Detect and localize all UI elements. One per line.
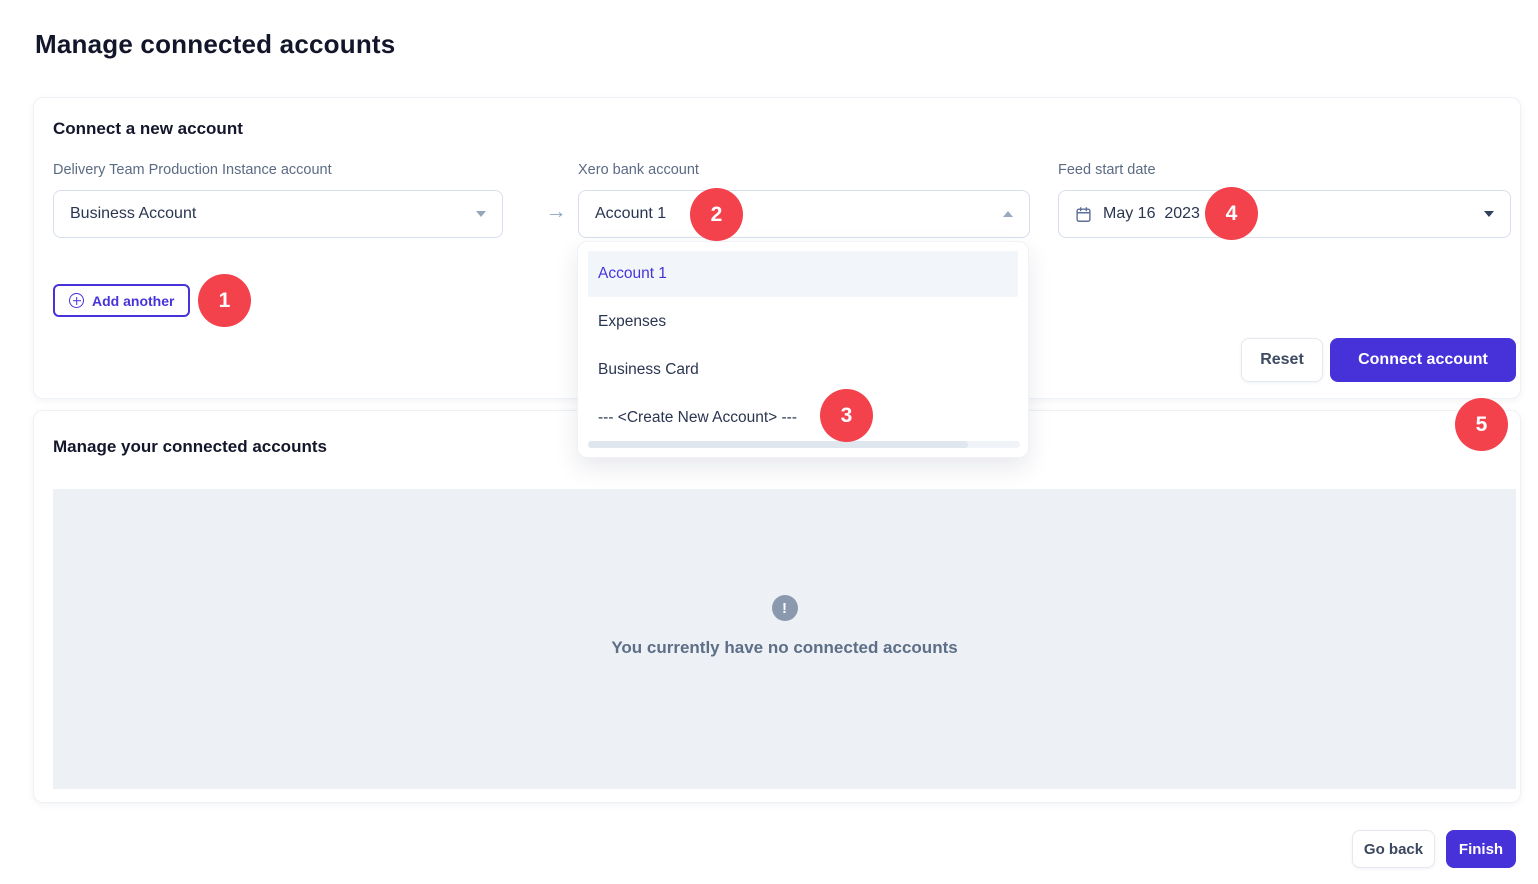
arrow-right-icon: → bbox=[534, 200, 578, 224]
calendar-icon bbox=[1075, 206, 1092, 223]
annotation-badge-4: 4 bbox=[1205, 187, 1258, 240]
annotation-badge-3: 3 bbox=[820, 389, 873, 442]
dropdown-scrollbar-thumb[interactable] bbox=[588, 441, 968, 448]
annotation-badge-5: 5 bbox=[1455, 398, 1508, 451]
xero-bank-account-label: Xero bank account bbox=[578, 162, 699, 178]
chevron-down-icon bbox=[476, 211, 486, 217]
plus-circle-icon bbox=[69, 293, 84, 308]
dropdown-scrollbar-track bbox=[588, 441, 1020, 448]
xero-bank-account-select[interactable]: Account 1 bbox=[578, 190, 1030, 238]
connected-accounts-empty-state: ! You currently have no connected accoun… bbox=[53, 489, 1516, 789]
chevron-down-icon bbox=[1484, 211, 1494, 217]
alert-icon: ! bbox=[772, 595, 798, 621]
feed-start-date-label: Feed start date bbox=[1058, 162, 1156, 178]
dropdown-option-create-new-account[interactable]: --- <Create New Account> --- bbox=[588, 395, 1018, 441]
source-account-select[interactable]: Business Account bbox=[53, 190, 503, 238]
manage-accounts-card: Manage your connected accounts ! You cur… bbox=[33, 410, 1521, 803]
page-title: Manage connected accounts bbox=[35, 29, 395, 60]
annotation-badge-1: 1 bbox=[198, 274, 251, 327]
dropdown-option-business-card[interactable]: Business Card bbox=[588, 347, 1018, 393]
annotation-badge-2: 2 bbox=[690, 188, 743, 241]
xero-bank-account-value: Account 1 bbox=[595, 205, 666, 223]
feed-start-date-select[interactable]: May 16 2023 bbox=[1058, 190, 1511, 238]
feed-start-date-value: May 16 2023 bbox=[1103, 205, 1200, 223]
finish-button[interactable]: Finish bbox=[1446, 830, 1516, 868]
dropdown-option-account-1[interactable]: Account 1 bbox=[588, 251, 1018, 297]
xero-bank-account-dropdown: Account 1 Expenses Business Card --- <Cr… bbox=[577, 241, 1029, 458]
manage-card-heading: Manage your connected accounts bbox=[53, 437, 327, 457]
add-another-button[interactable]: Add another bbox=[53, 284, 190, 317]
go-back-button[interactable]: Go back bbox=[1352, 830, 1435, 868]
connect-card-heading: Connect a new account bbox=[53, 119, 243, 139]
dropdown-option-expenses[interactable]: Expenses bbox=[588, 299, 1018, 345]
chevron-up-icon bbox=[1003, 211, 1013, 217]
source-account-value: Business Account bbox=[70, 205, 196, 223]
add-another-label: Add another bbox=[92, 293, 174, 309]
empty-state-message: You currently have no connected accounts bbox=[53, 638, 1516, 658]
reset-button[interactable]: Reset bbox=[1241, 338, 1323, 382]
connect-account-button[interactable]: Connect account bbox=[1330, 338, 1516, 382]
source-account-label: Delivery Team Production Instance accoun… bbox=[53, 162, 332, 178]
